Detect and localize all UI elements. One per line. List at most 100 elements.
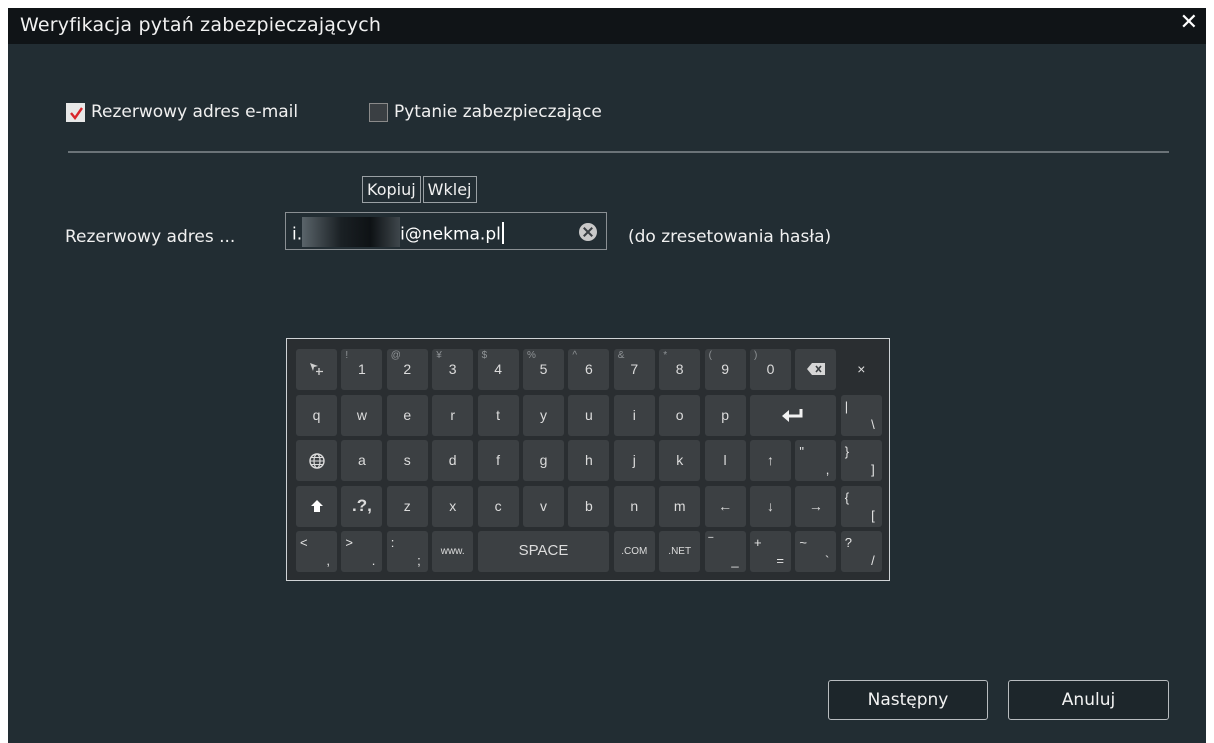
key-symbol[interactable]: ‾ _ — [704, 531, 746, 573]
key[interactable]: ^ 6 — [568, 349, 610, 390]
key[interactable]: * 8 — [659, 349, 701, 390]
shift-icon — [296, 499, 337, 516]
key-symbol[interactable]: | \ — [840, 394, 882, 436]
paste-button[interactable]: Wklej — [422, 176, 477, 203]
key-label: × — [857, 361, 866, 377]
key-space[interactable]: SPACE — [477, 531, 610, 573]
move-icon — [296, 362, 337, 379]
key[interactable]: v — [523, 485, 564, 527]
key-symbol[interactable]: {[ — [840, 485, 882, 527]
key-label: .?, — [351, 495, 372, 515]
key[interactable]: i — [613, 394, 655, 436]
cancel-button[interactable]: Anuluj — [1008, 680, 1169, 720]
key-label: k — [676, 452, 684, 469]
key-shift-label: : — [390, 535, 395, 551]
key[interactable]: p — [704, 394, 746, 436]
key-shift-label: " — [799, 444, 805, 460]
copy-button[interactable]: Kopiuj — [362, 176, 421, 203]
key-label: ` — [825, 553, 830, 569]
key[interactable]: x — [432, 485, 474, 527]
key-symbol[interactable]: }] — [840, 440, 882, 482]
key-shift-label: @ — [390, 350, 401, 361]
key[interactable]: h — [568, 440, 610, 482]
key[interactable]: ! 1 — [341, 349, 383, 390]
email-value-end: i@nekma.pl — [400, 224, 501, 245]
key[interactable]: @2 — [386, 349, 428, 390]
key[interactable]: d — [432, 440, 474, 482]
key-label: r — [450, 406, 456, 423]
key[interactable]: × — [841, 349, 882, 390]
backup-email-label: Rezerwowy adres ... — [65, 227, 236, 247]
backup-email-input[interactable]: i. i@nekma.pl — [285, 212, 607, 250]
key-label: l — [723, 452, 727, 469]
key[interactable]: l — [704, 440, 746, 482]
key[interactable]: .?, — [341, 485, 383, 527]
close-icon[interactable]: ✕ — [1180, 10, 1198, 35]
key[interactable]: ) 0 — [750, 349, 791, 390]
key[interactable]: s — [386, 440, 428, 482]
key-shift[interactable] — [296, 485, 337, 527]
key-globe[interactable] — [296, 440, 337, 482]
key[interactable]: ↑ — [750, 440, 791, 482]
key-enter[interactable] — [750, 394, 837, 436]
key-backspace[interactable] — [795, 349, 837, 390]
key-label: n — [630, 497, 639, 514]
key-label: u — [584, 406, 593, 423]
key-label: j — [632, 452, 636, 469]
key[interactable]: a — [341, 440, 383, 482]
key[interactable]: b — [568, 485, 610, 527]
key-label: q — [312, 406, 321, 423]
key-label: .COM — [621, 546, 648, 558]
clear-input-icon[interactable] — [579, 223, 597, 241]
key[interactable]: .NET — [659, 531, 701, 573]
key-symbol[interactable]: + = — [750, 531, 791, 573]
next-button[interactable]: Następny — [828, 680, 988, 720]
key-label: \ — [871, 416, 875, 432]
key[interactable]: r — [432, 394, 474, 436]
key[interactable]: ↓ — [750, 485, 791, 527]
key[interactable]: www. — [432, 531, 474, 573]
key[interactable]: o — [659, 394, 701, 436]
clipboard-toolbar: Kopiuj Wklej — [362, 176, 477, 203]
key-label: y — [540, 406, 547, 423]
key[interactable]: w — [341, 394, 383, 436]
key[interactable]: j — [613, 440, 655, 482]
key[interactable]: t — [477, 394, 519, 436]
key[interactable]: .COM — [613, 531, 655, 573]
key[interactable]: → — [795, 485, 837, 527]
checkbox-checked-icon[interactable] — [66, 102, 85, 122]
key-symbol[interactable]: >. — [341, 531, 383, 573]
security-verification-dialog: Weryfikacja pytań zabezpieczających ✕ Re… — [8, 8, 1206, 743]
key-symbol[interactable]: ~ ` — [795, 531, 837, 573]
key-symbol[interactable]: ", — [795, 440, 837, 482]
key[interactable]: c — [477, 485, 519, 527]
key-symbol[interactable]: <, — [296, 531, 337, 573]
key[interactable]: m — [659, 485, 701, 527]
key[interactable]: g — [523, 440, 564, 482]
key-shift-label: + — [754, 535, 762, 551]
key-shift-label: { — [844, 489, 850, 505]
key[interactable]: & 7 — [613, 349, 655, 390]
key[interactable]: e — [386, 394, 428, 436]
key[interactable]: z — [386, 485, 428, 527]
option-security-question[interactable]: Pytanie zabezpieczające — [369, 102, 602, 122]
key[interactable]: f — [477, 440, 519, 482]
key[interactable]: y — [523, 394, 564, 436]
key[interactable]: q — [296, 394, 337, 436]
key[interactable]: $4 — [477, 349, 519, 390]
key-move[interactable] — [296, 349, 337, 390]
key-label: c — [494, 497, 502, 514]
key[interactable]: (9 — [704, 349, 746, 390]
key[interactable]: u — [568, 394, 610, 436]
key-symbol[interactable]: :; — [386, 531, 428, 573]
key[interactable]: % 5 — [523, 349, 564, 390]
key-shift-label: & — [617, 350, 625, 361]
key[interactable]: k — [659, 440, 701, 482]
key[interactable]: n — [613, 485, 655, 527]
key[interactable]: ¥3 — [432, 349, 474, 390]
option-backup-email[interactable]: Rezerwowy adres e-mail — [66, 102, 298, 122]
key-symbol[interactable]: ? / — [840, 531, 882, 573]
key-label: b — [584, 497, 593, 514]
checkbox-unchecked-icon[interactable] — [369, 102, 388, 122]
key[interactable]: ← — [704, 485, 746, 527]
